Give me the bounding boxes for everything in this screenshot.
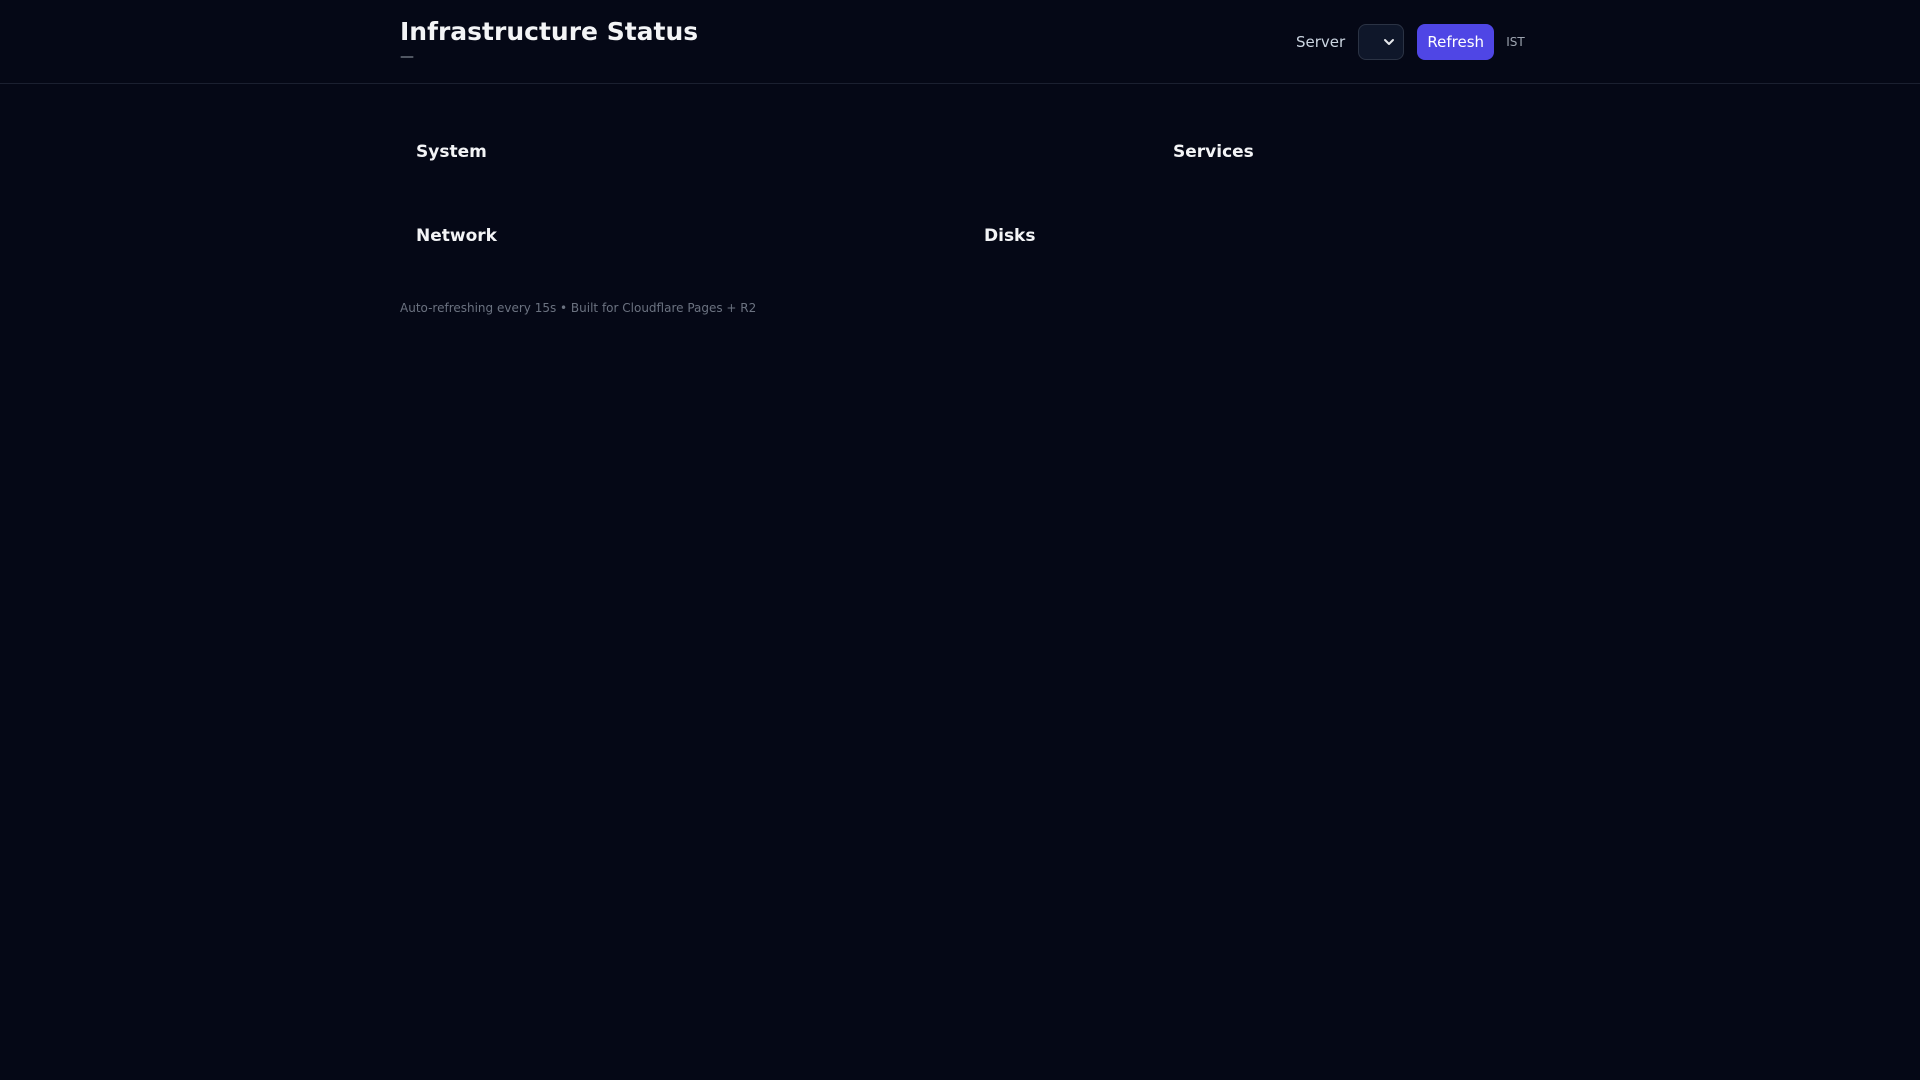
section-title-disks: Disks xyxy=(984,226,1036,246)
section-title-network: Network xyxy=(416,226,497,246)
footer-note: Auto-refreshing every 15s • Built for Cl… xyxy=(400,301,757,315)
header-controls: Server Refresh IST xyxy=(1296,24,1525,60)
refresh-button[interactable]: Refresh xyxy=(1417,24,1495,60)
page-title: Infrastructure Status xyxy=(400,17,699,46)
timezone-label: IST xyxy=(1506,35,1525,49)
section-title-system: System xyxy=(416,142,487,162)
section-title-services: Services xyxy=(1173,142,1254,162)
page-subtitle: — xyxy=(400,49,414,65)
server-label: Server xyxy=(1296,33,1346,51)
chevron-down-icon xyxy=(1384,39,1395,45)
server-select[interactable] xyxy=(1358,24,1405,60)
brand-block: Infrastructure Status — xyxy=(400,15,698,65)
top-bar: Infrastructure Status — Server Refresh I… xyxy=(0,0,1920,84)
